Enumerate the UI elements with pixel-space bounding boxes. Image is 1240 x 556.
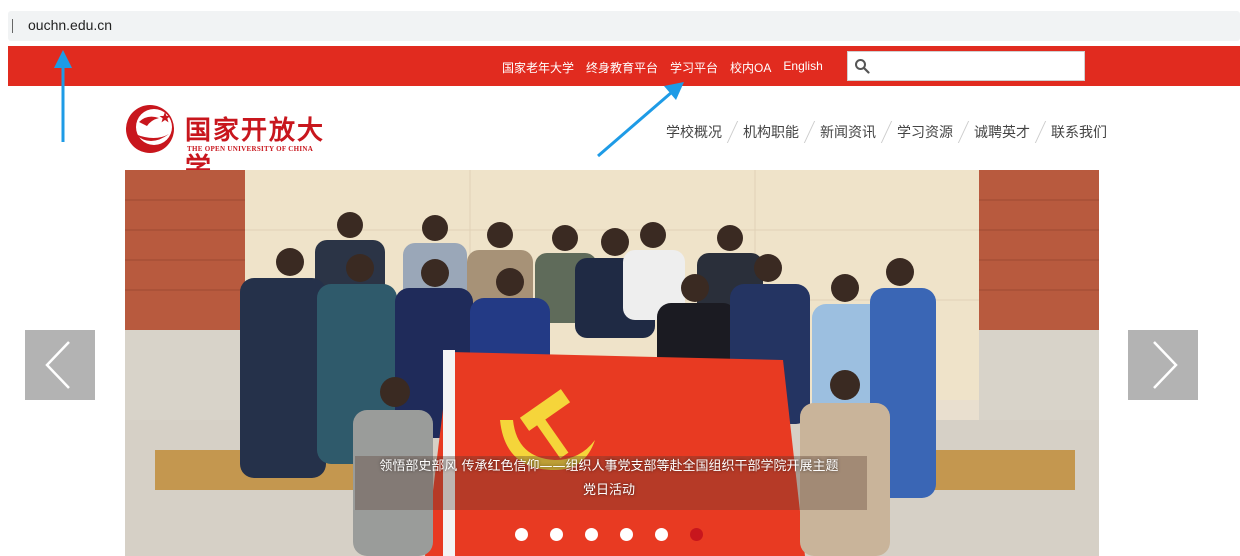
site-logo[interactable]: 国家开放大学 THE OPEN UNIVERSITY OF CHINA [125, 104, 345, 183]
slide-indicators [515, 528, 703, 541]
search-box[interactable] [847, 51, 1085, 81]
nav-item-contact[interactable]: 联系我们 [1051, 122, 1107, 142]
nav-item-news[interactable]: 新闻资讯 [820, 122, 876, 142]
main-nav: 学校概况 机构职能 新闻资讯 学习资源 诚聘英才 联系我们 [666, 121, 1107, 143]
search-icon[interactable] [854, 58, 870, 74]
nav-item-school-overview[interactable]: 学校概况 [666, 122, 722, 142]
nav-divider [957, 121, 970, 143]
chevron-right-icon [1153, 341, 1178, 389]
nav-item-learning-resources[interactable]: 学习资源 [897, 122, 953, 142]
chevron-left-icon [45, 341, 70, 389]
nav-divider [1034, 121, 1047, 143]
text-caret [12, 19, 13, 33]
caption-line-1: 领悟部史部风 传承红色信仰——组织人事党支部等赴全国组织干部学院开展主题 [379, 459, 839, 474]
nav-divider [803, 121, 816, 143]
top-link-campus-oa[interactable]: 校内OA [730, 59, 771, 76]
search-input[interactable] [876, 55, 1080, 79]
slide-dot-6[interactable] [690, 528, 703, 541]
nav-item-departments[interactable]: 机构职能 [743, 122, 799, 142]
address-bar[interactable]: ouchn.edu.cn [8, 11, 1240, 41]
slide-dot-4[interactable] [620, 528, 633, 541]
top-link-english[interactable]: English [783, 59, 822, 76]
prev-slide-button[interactable] [25, 330, 95, 400]
slide-caption[interactable]: 领悟部史部风 传承红色信仰——组织人事党支部等赴全国组织干部学院开展主题 党日活… [359, 455, 859, 503]
annotation-arrow-learning-platform [597, 82, 684, 158]
top-links: 国家老年大学 终身教育平台 学习平台 校内OA English [502, 59, 823, 76]
top-link-senior-university[interactable]: 国家老年大学 [502, 59, 574, 76]
top-utility-bar: 国家老年大学 终身教育平台 学习平台 校内OA English [8, 46, 1240, 86]
nav-item-careers[interactable]: 诚聘英才 [974, 122, 1030, 142]
top-link-learning-platform[interactable]: 学习平台 [670, 59, 718, 76]
slide-dot-3[interactable] [585, 528, 598, 541]
nav-divider [880, 121, 893, 143]
logo-name-en: THE OPEN UNIVERSITY OF CHINA [187, 145, 314, 153]
nav-divider [726, 121, 739, 143]
slide-dot-5[interactable] [655, 528, 668, 541]
university-emblem-icon [126, 105, 174, 153]
url-text[interactable]: ouchn.edu.cn [28, 17, 112, 33]
caption-line-2: 党日活动 [582, 483, 635, 498]
top-link-lifelong-education[interactable]: 终身教育平台 [586, 59, 658, 76]
banner-slideshow[interactable]: 领悟部史部风 传承红色信仰——组织人事党支部等赴全国组织干部学院开展主题 党日活… [125, 170, 1099, 556]
slide-dot-2[interactable] [550, 528, 563, 541]
next-slide-button[interactable] [1128, 330, 1198, 400]
slide-dot-1[interactable] [515, 528, 528, 541]
